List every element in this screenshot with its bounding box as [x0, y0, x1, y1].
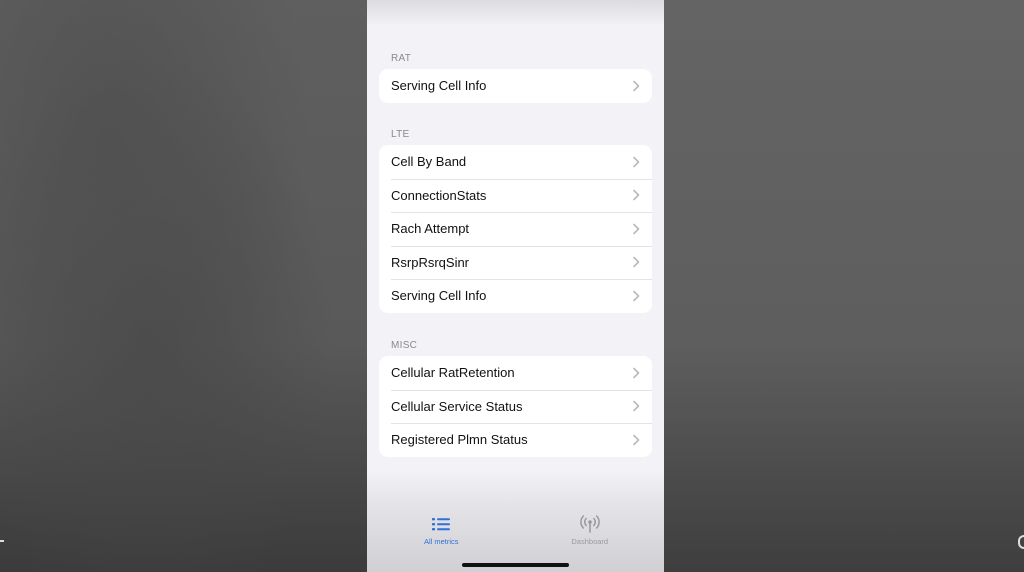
phone-screen: RAT Serving Cell Info LTE Cell By Band C… [367, 0, 664, 572]
top-fade [367, 0, 664, 26]
list-item-registered-plmn-status[interactable]: Registered Plmn Status [379, 423, 652, 457]
list-item-rsrp-rsrq-sinr[interactable]: RsrpRsrqSinr [379, 245, 652, 280]
list-item-label: Serving Cell Info [391, 78, 487, 94]
list-item-label: ConnectionStats [391, 187, 487, 203]
list-item-label: Registered Plmn Status [391, 432, 528, 448]
list-item-cellular-rat-retention[interactable]: Cellular RatRetention [379, 356, 652, 390]
chevron-right-icon [633, 223, 640, 235]
chevron-right-icon [633, 290, 640, 302]
blurred-background-left [0, 0, 367, 572]
tab-label: All metrics [423, 537, 459, 546]
section-header-misc: MISC [391, 340, 418, 351]
group-lte: Cell By Band ConnectionStats Rach Attemp… [379, 145, 652, 313]
section-header-lte: LTE [391, 129, 410, 140]
edge-mark-right [1018, 535, 1024, 549]
list-item-cellular-service-status[interactable]: Cellular Service Status [379, 389, 652, 424]
antenna-icon [579, 515, 600, 533]
chevron-right-icon [633, 256, 640, 268]
group-misc: Cellular RatRetention Cellular Service S… [379, 356, 652, 457]
tab-dashboard[interactable]: Dashboard [516, 506, 665, 554]
blurred-background-right [664, 0, 1024, 572]
list-item-label: Cellular RatRetention [391, 365, 515, 381]
list-item-label: Cellular Service Status [391, 398, 523, 414]
list-item-label: Serving Cell Info [391, 288, 487, 304]
list-item-label: Cell By Band [391, 154, 467, 170]
chevron-right-icon [633, 156, 640, 168]
section-header-rat: RAT [391, 53, 412, 64]
list-item-label: RsrpRsrqSinr [391, 254, 470, 270]
tab-all-metrics[interactable]: All metrics [367, 506, 516, 554]
chevron-right-icon [633, 434, 640, 446]
chevron-right-icon [633, 400, 640, 412]
chevron-right-icon [633, 189, 640, 201]
list-item-label: Rach Attempt [391, 221, 470, 237]
list-item-rat-serving-cell-info[interactable]: Serving Cell Info [379, 69, 652, 103]
list-item-cell-by-band[interactable]: Cell By Band [379, 145, 652, 179]
group-rat: Serving Cell Info [379, 69, 652, 103]
home-indicator[interactable] [462, 563, 569, 567]
edge-mark-left [0, 540, 4, 542]
list-item-lte-serving-cell-info[interactable]: Serving Cell Info [379, 279, 652, 313]
chevron-right-icon [633, 80, 640, 92]
list-item-rach-attempt[interactable]: Rach Attempt [379, 212, 652, 246]
chevron-right-icon [633, 367, 640, 379]
list-item-connection-stats[interactable]: ConnectionStats [379, 178, 652, 213]
tab-bar: All metrics Dashboard [367, 506, 664, 554]
tab-label: Dashboard [571, 537, 609, 546]
list-icon [432, 518, 451, 531]
